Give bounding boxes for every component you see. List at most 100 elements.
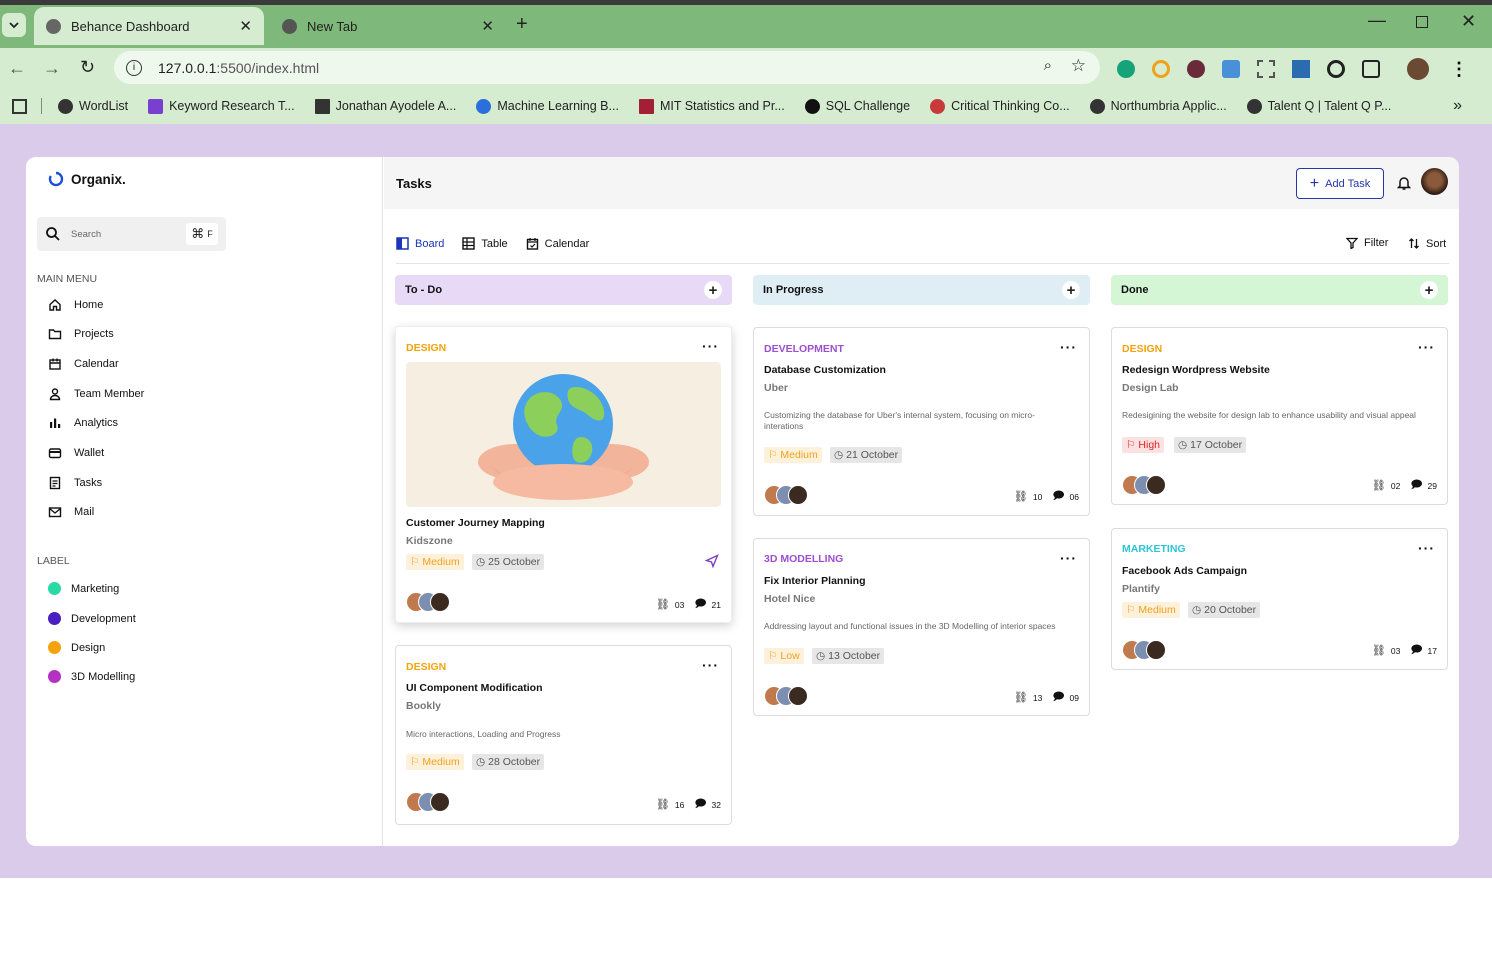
minimize-button[interactable]: — — [1368, 10, 1386, 31]
send-icon[interactable] — [705, 554, 719, 568]
tab-behance-dashboard[interactable]: Behance Dashboard ✕ — [34, 7, 264, 45]
comment-icon: 🗩 — [1410, 644, 1423, 656]
chrome-icon — [282, 18, 297, 34]
bookmark-label: Talent Q | Talent Q P... — [1267, 99, 1392, 113]
sidebar-item-home[interactable]: Home — [48, 295, 103, 315]
profile-avatar[interactable] — [1407, 58, 1429, 80]
column-title: In Progress — [763, 284, 824, 296]
label-3d-modelling[interactable]: 3D Modelling — [48, 670, 135, 683]
link-icon: ⛓ — [655, 799, 670, 811]
task-list-icon — [49, 476, 61, 490]
more-options-icon[interactable]: ··· — [1418, 339, 1435, 355]
tab-calendar[interactable]: Calendar — [526, 237, 589, 250]
more-options-icon[interactable]: ··· — [1060, 339, 1077, 355]
comments-count: 🗩 17 — [1410, 641, 1437, 660]
task-card[interactable]: DESIGN ··· Redesign Wordpress Website De… — [1111, 327, 1448, 505]
label-marketing[interactable]: Marketing — [48, 582, 119, 595]
close-tab-icon[interactable]: ✕ — [481, 17, 494, 35]
forward-icon[interactable]: → — [43, 58, 61, 79]
add-card-button[interactable]: + — [1062, 281, 1080, 299]
sort-button[interactable]: Sort — [1408, 237, 1446, 250]
sidebar-item-calendar[interactable]: Calendar — [48, 354, 119, 374]
star-icon[interactable]: ☆ — [1071, 56, 1086, 76]
sidebar-item-team-member[interactable]: Team Member — [48, 384, 144, 404]
add-card-button[interactable]: + — [704, 281, 722, 299]
sidebar-item-tasks[interactable]: Tasks — [48, 473, 102, 493]
search-input[interactable]: Search ⌘ F — [37, 217, 226, 251]
table-icon — [462, 237, 476, 250]
avatar — [788, 485, 808, 505]
zoom-icon[interactable]: ⌕ — [1044, 57, 1052, 74]
sidebar-item-projects[interactable]: Projects — [48, 324, 114, 344]
maximize-button[interactable] — [1416, 16, 1428, 28]
translate-extension-icon[interactable] — [1222, 60, 1240, 78]
sidebar-item-wallet[interactable]: Wallet — [48, 443, 104, 463]
tab-table[interactable]: Table — [462, 237, 508, 250]
link-icon: ⛓ — [1013, 692, 1028, 704]
more-options-icon[interactable]: ··· — [1060, 550, 1077, 566]
bookmark-talent-q[interactable]: Talent Q | Talent Q P... — [1246, 98, 1392, 114]
k-extension-icon[interactable] — [1187, 60, 1205, 78]
user-avatar[interactable] — [1421, 168, 1448, 195]
plus-icon: + — [1309, 174, 1320, 192]
reload-icon[interactable]: ↻ — [80, 57, 95, 78]
comments-count: 🗩 09 — [1052, 688, 1079, 707]
column-header-in-progress: In Progress + — [753, 275, 1090, 305]
apps-grid-icon[interactable] — [12, 98, 27, 114]
task-card[interactable]: DEVELOPMENT ··· Database Customization U… — [753, 327, 1090, 516]
add-card-button[interactable]: + — [1420, 281, 1438, 299]
new-tab-button[interactable]: + — [516, 13, 528, 36]
priority-label: High — [1138, 439, 1161, 451]
bookmark-jonathan[interactable]: Jonathan Ayodele A... — [314, 98, 456, 114]
puzzle-icon[interactable] — [1362, 60, 1380, 78]
task-card[interactable]: 3D MODELLING ··· Fix Interior Planning H… — [753, 538, 1090, 716]
bookmark-northumbria[interactable]: Northumbria Applic... — [1089, 98, 1227, 114]
filter-button[interactable]: Filter — [1346, 237, 1388, 249]
links-value: 16 — [674, 799, 685, 810]
more-options-icon[interactable]: ··· — [702, 338, 719, 354]
date-label: 13 October — [828, 650, 881, 662]
bookmark-label: Critical Thinking Co... — [951, 99, 1070, 113]
tab-new-tab[interactable]: New Tab ✕ — [270, 7, 506, 45]
bookmark-machine-learning[interactable]: Machine Learning B... — [476, 98, 619, 114]
bookmark-mit[interactable]: MIT Statistics and Pr... — [638, 98, 785, 114]
task-card[interactable]: MARKETING ··· Facebook Ads Campaign Plan… — [1111, 528, 1448, 670]
card-meta: ⛓ 02 🗩 29 — [1372, 476, 1437, 495]
tab-board[interactable]: Board — [396, 237, 444, 250]
label-dot — [48, 641, 61, 654]
back-icon[interactable]: ← — [8, 58, 26, 79]
sync-extension-icon[interactable] — [1327, 60, 1345, 78]
priority-badge: ⚐ Medium — [406, 554, 464, 570]
grid-extension-icon[interactable] — [1292, 60, 1310, 78]
bookmark-critical-thinking[interactable]: Critical Thinking Co... — [930, 98, 1070, 114]
sidebar-item-analytics[interactable]: Analytics — [48, 413, 118, 433]
more-bookmarks-icon[interactable]: » — [1453, 97, 1462, 115]
more-options-icon[interactable]: ··· — [702, 657, 719, 673]
fullscreen-extension-icon[interactable] — [1257, 60, 1275, 78]
flag-icon: ⚐ — [410, 556, 420, 568]
close-tab-icon[interactable]: ✕ — [239, 17, 252, 35]
address-bar[interactable]: i 127.0.0.1:5500/index.html ⌕ ☆ — [114, 51, 1100, 84]
bookmark-keyword-research[interactable]: Keyword Research T... — [148, 98, 295, 114]
label-development[interactable]: Development — [48, 612, 136, 625]
tab-search-button[interactable] — [2, 13, 26, 37]
logo[interactable]: Organix. — [48, 171, 126, 187]
task-card[interactable]: DESIGN ··· UI Component Modification Boo… — [395, 645, 732, 825]
more-options-icon[interactable]: ··· — [1418, 540, 1435, 556]
label-design[interactable]: Design — [48, 641, 105, 654]
bookmark-sql[interactable]: SQL Challenge — [804, 98, 910, 114]
links-value: 13 — [1032, 692, 1043, 703]
site-info-icon[interactable]: i — [126, 59, 142, 76]
sidebar-item-mail[interactable]: Mail — [48, 502, 94, 522]
bell-icon[interactable] — [1397, 175, 1411, 191]
grammarly-icon[interactable] — [1117, 60, 1135, 78]
date-badge: ◷ 25 October — [472, 554, 545, 570]
task-card[interactable]: DESIGN ··· Customer Journey Mapping Kids… — [395, 326, 732, 623]
bookmark-wordlist[interactable]: WordList — [58, 98, 128, 114]
comments-value: 06 — [1069, 491, 1079, 502]
close-window-button[interactable]: ✕ — [1461, 11, 1476, 32]
kebab-menu-icon[interactable]: ⋮ — [1450, 59, 1468, 80]
loop-extension-icon[interactable] — [1152, 60, 1170, 78]
add-task-button[interactable]: + Add Task — [1296, 168, 1384, 199]
card-description: Redesigining the website for design lab … — [1122, 410, 1416, 420]
